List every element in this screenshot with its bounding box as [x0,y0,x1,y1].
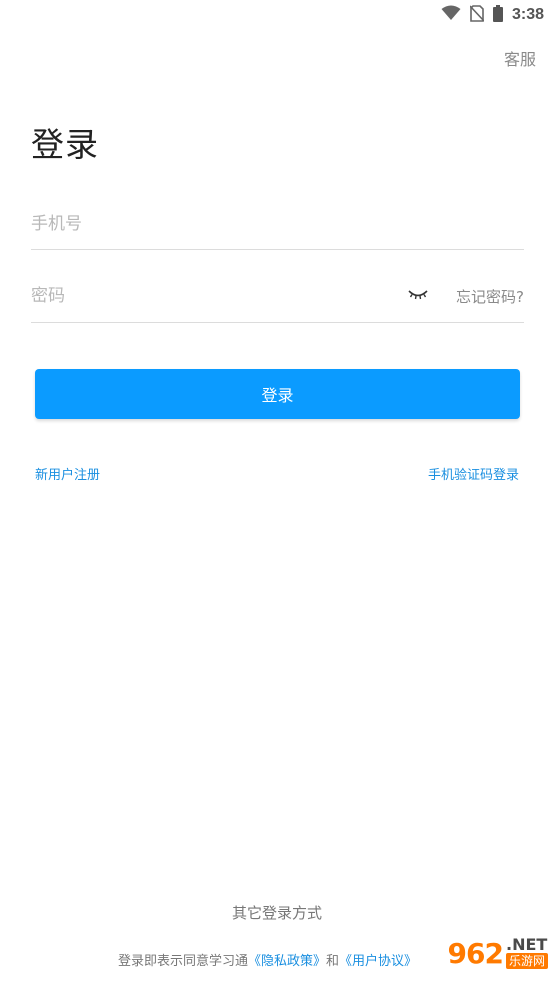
register-link[interactable]: 新用户注册 [35,464,100,483]
status-icons: 3:38 [441,4,544,26]
status-bar: 3:38 [0,0,554,30]
site-watermark-logo: 962 .NET 乐游网 [448,934,548,972]
login-button[interactable]: 登录 [35,369,520,419]
watermark-text: .NET 乐游网 [505,935,548,969]
watermark-net: .NET [505,935,548,954]
eye-closed-icon[interactable] [407,286,429,302]
password-input[interactable] [31,276,391,316]
customer-service-link[interactable]: 客服 [504,46,536,70]
wifi-icon [441,5,461,25]
agreement-prefix: 登录即表示同意学习通 [118,954,249,969]
watermark-sub: 乐游网 [505,953,548,969]
privacy-policy-link[interactable]: 《隐私政策》 [248,954,326,969]
no-sim-icon [469,4,485,26]
other-login-methods[interactable]: 其它登录方式 [0,902,554,923]
agreement-and: 和 [326,954,340,969]
password-field: 忘记密码? [31,276,524,323]
user-agreement-link[interactable]: 《用户协议》 [339,954,417,969]
phone-input[interactable] [31,204,391,244]
forgot-password-link[interactable]: 忘记密码? [456,286,524,307]
page-title: 登录 [31,125,99,164]
sms-login-link[interactable]: 手机验证码登录 [428,464,519,483]
watermark-badge: 962 [447,936,504,970]
battery-icon [492,4,503,26]
phone-field [31,204,524,250]
status-time: 3:38 [511,6,544,23]
